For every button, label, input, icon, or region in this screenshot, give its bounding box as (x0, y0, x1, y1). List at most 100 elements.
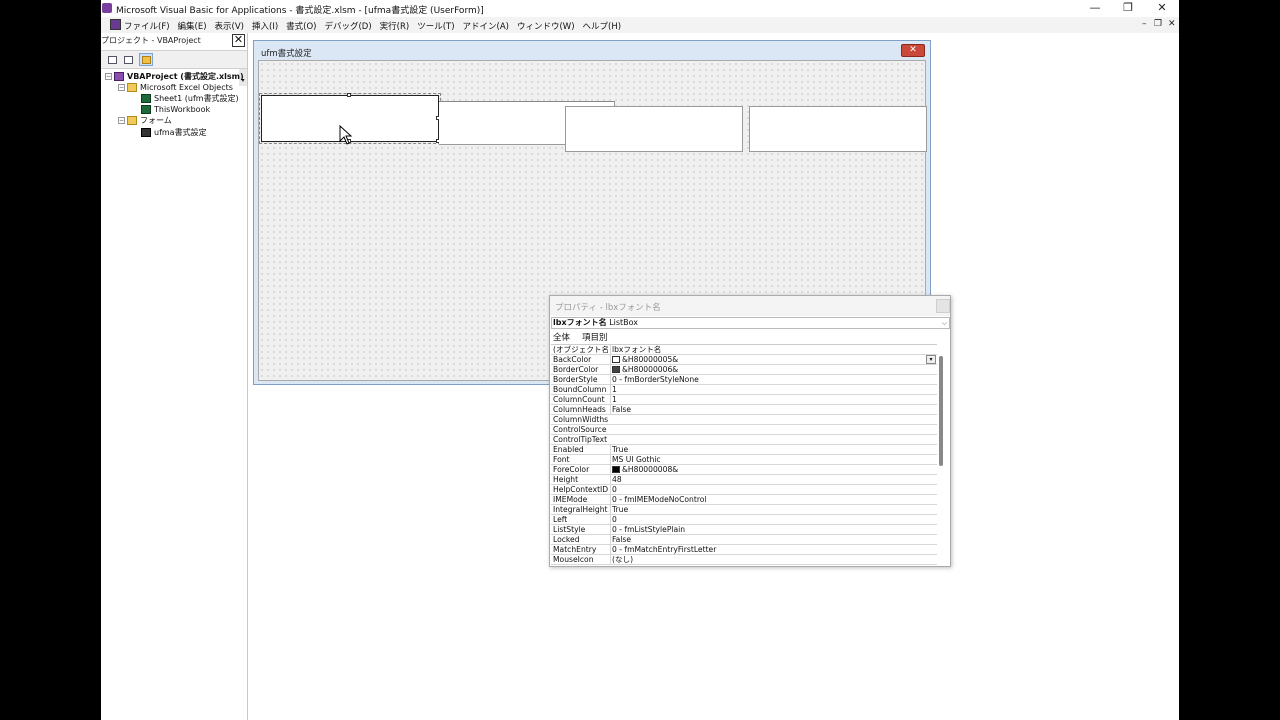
tree-node-userform[interactable]: ufma書式設定 (141, 127, 207, 138)
property-row[interactable]: IntegralHeight True (551, 505, 937, 515)
collapse-icon[interactable]: − (118, 117, 125, 124)
property-row[interactable]: Height 48 (551, 475, 937, 485)
close-button[interactable]: ✕ (1145, 0, 1179, 17)
property-row[interactable]: Left 0 (551, 515, 937, 525)
property-value[interactable]: 48 (610, 475, 936, 484)
property-value[interactable]: 0 - fmBorderStyleNone (610, 375, 936, 384)
property-value[interactable]: 0 - fmMatchEntryFirstLetter (610, 545, 936, 554)
property-value-text: 0 - fmBorderStyleNone (612, 375, 699, 384)
property-value[interactable]: False (610, 405, 936, 414)
property-value[interactable]: &H80000006& (610, 365, 936, 374)
menu-insert[interactable]: 挿入(I) (252, 20, 278, 32)
restore-button[interactable]: ❐ (1111, 0, 1145, 17)
property-row[interactable]: IMEMode 0 - fmIMEModeNoControl (551, 495, 937, 505)
menu-view[interactable]: 表示(V) (215, 20, 244, 32)
property-row[interactable]: MatchEntry 0 - fmMatchEntryFirstLetter (551, 545, 937, 555)
property-row[interactable]: BackColor &H80000005& ▾ (551, 355, 937, 365)
property-value[interactable]: True (610, 505, 936, 514)
property-row[interactable]: Enabled True (551, 445, 937, 455)
property-row[interactable]: (オブジェクト名) lbxフォント名 (551, 345, 937, 355)
properties-close-button[interactable] (936, 299, 950, 313)
property-name: (オブジェクト名) (553, 345, 609, 354)
property-value-text: 1 (612, 395, 617, 404)
tree-node-sheet1[interactable]: Sheet1 (ufm書式設定) (141, 93, 239, 104)
view-object-icon (124, 56, 133, 64)
property-row[interactable]: ColumnWidths (551, 415, 937, 425)
menu-file[interactable]: ファイル(F) (124, 20, 170, 32)
property-row[interactable]: ControlTipText (551, 435, 937, 445)
tree-node-forms[interactable]: − フォーム (118, 115, 172, 126)
property-value[interactable]: 0 - fmIMEModeNoControl (610, 495, 936, 504)
property-value-text: 0 (612, 485, 617, 494)
listbox-font-name[interactable] (259, 93, 441, 145)
property-scrollbar-thumb[interactable] (939, 356, 943, 466)
tree-label: ThisWorkbook (154, 105, 211, 114)
menu-debug[interactable]: デバッグ(D) (324, 20, 371, 32)
vba-project-icon (114, 72, 124, 81)
property-row[interactable]: BorderStyle 0 - fmBorderStyleNone (551, 375, 937, 385)
property-value-text: 48 (612, 475, 622, 484)
resize-handle[interactable] (347, 93, 351, 97)
userform-system-icon[interactable] (110, 19, 121, 30)
collapse-icon[interactable]: − (118, 84, 125, 91)
userform-close-button[interactable]: ✕ (901, 44, 925, 57)
mdi-close-button[interactable]: ✕ (1168, 19, 1176, 29)
toggle-folders-button[interactable] (139, 53, 153, 66)
menu-run[interactable]: 実行(R) (380, 20, 410, 32)
property-value[interactable]: 1 (610, 395, 936, 404)
property-row[interactable]: Locked False (551, 535, 937, 545)
project-close-button[interactable]: ✕ (232, 34, 245, 47)
view-code-button[interactable] (105, 53, 119, 66)
menu-format[interactable]: 書式(O) (286, 20, 316, 32)
listbox-4[interactable] (749, 106, 927, 152)
property-value[interactable]: 0 (610, 485, 936, 494)
property-row[interactable]: BoundColumn 1 (551, 385, 937, 395)
property-name: MatchEntry (553, 545, 597, 554)
view-object-button[interactable] (121, 53, 135, 66)
tree-node-excel-objects[interactable]: − Microsoft Excel Objects (118, 82, 233, 93)
properties-window[interactable]: プロパティ - lbxフォント名 lbxフォント名 ListBox ⌵ 全体 項… (549, 295, 951, 567)
object-selector[interactable]: lbxフォント名 ListBox ⌵ (551, 317, 950, 329)
property-name: ColumnWidths (553, 415, 609, 424)
property-row[interactable]: Font MS UI Gothic (551, 455, 937, 465)
listbox-3[interactable] (565, 106, 743, 152)
mdi-minimize-button[interactable]: – (1142, 19, 1147, 29)
property-value[interactable]: &H80000005& (610, 355, 936, 364)
menu-tools[interactable]: ツール(T) (417, 20, 454, 32)
chevron-down-icon[interactable]: ⌵ (942, 318, 947, 328)
mdi-restore-button[interactable]: ❐ (1154, 19, 1162, 29)
property-row[interactable]: BorderColor &H80000006& (551, 365, 937, 375)
userform-icon (141, 128, 151, 137)
tree-label: ufma書式設定 (154, 128, 207, 137)
property-row[interactable]: ForeColor &H80000008& (551, 465, 937, 475)
property-value[interactable]: False (610, 535, 936, 544)
collapse-icon[interactable]: − (105, 73, 112, 80)
property-value[interactable]: lbxフォント名 (610, 345, 936, 354)
property-value[interactable]: MS UI Gothic (610, 455, 936, 464)
menu-edit[interactable]: 編集(E) (178, 20, 207, 32)
minimize-button[interactable]: — (1078, 0, 1112, 17)
property-value[interactable]: (なし) (610, 555, 936, 564)
property-row[interactable]: ListStyle 0 - fmListStylePlain (551, 525, 937, 535)
tab-categorized[interactable]: 項目別 (581, 331, 609, 343)
tree-node-vbaproject[interactable]: − VBAProject (書式設定.xlsm) (105, 71, 244, 82)
property-value[interactable]: 0 - fmListStylePlain (610, 525, 936, 534)
property-value[interactable]: True (610, 445, 936, 454)
property-value[interactable]: 0 (610, 515, 936, 524)
menu-window[interactable]: ウィンドウ(W) (517, 20, 575, 32)
property-row[interactable]: ColumnHeads False (551, 405, 937, 415)
property-row[interactable]: MouseIcon (なし) (551, 555, 937, 565)
property-value[interactable]: &H80000008& (610, 465, 936, 474)
dropdown-arrow-icon[interactable]: ▾ (926, 355, 936, 364)
property-row[interactable]: HelpContextID 0 (551, 485, 937, 495)
property-grid: (オブジェクト名) lbxフォント名 BackColor &H80000005& ▾ Bo… (551, 344, 937, 566)
menu-addins[interactable]: アドイン(A) (463, 20, 509, 32)
property-row[interactable]: ColumnCount 1 (551, 395, 937, 405)
vba-app-icon (102, 3, 112, 13)
tree-node-thisworkbook[interactable]: ThisWorkbook (141, 104, 210, 115)
tab-alphabetic[interactable]: 全体 (552, 331, 571, 343)
property-value[interactable]: 1 (610, 385, 936, 394)
menu-help[interactable]: ヘルプ(H) (583, 20, 622, 32)
title-bar: Microsoft Visual Basic for Applications … (101, 0, 1179, 17)
property-row[interactable]: ControlSource (551, 425, 937, 435)
